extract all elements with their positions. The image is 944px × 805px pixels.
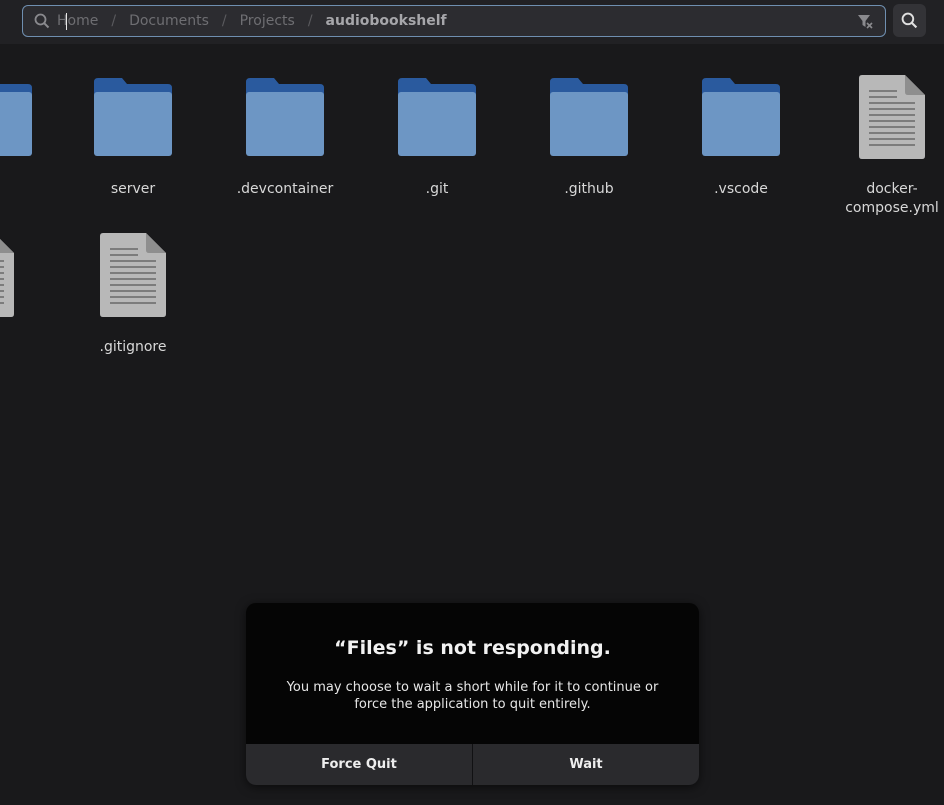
file-name: docker- compose.yml — [845, 181, 939, 216]
breadcrumb-projects[interactable]: Projects — [240, 13, 295, 29]
file-name: s — [0, 180, 63, 199]
dialog-title: “Files” is not responding. — [334, 637, 611, 659]
breadcrumb-documents[interactable]: Documents — [129, 13, 209, 29]
text-cursor — [66, 13, 67, 30]
force-quit-button[interactable]: Force Quit — [246, 744, 472, 785]
folder-icon — [398, 78, 476, 156]
folder-icon — [94, 78, 172, 156]
filter-icon[interactable] — [857, 13, 873, 29]
breadcrumb-separator: / — [307, 13, 313, 29]
text-file-icon — [859, 75, 925, 159]
location-bar[interactable]: Home / Documents / Projects / audiobooks… — [22, 5, 886, 37]
text-file-icon — [100, 233, 166, 317]
file-name: .devcontainer — [236, 181, 334, 197]
folder-icon — [246, 78, 324, 156]
file-name: .gitignore — [99, 339, 167, 355]
folder-icon — [702, 78, 780, 156]
breadcrumb-audiobookshelf[interactable]: audiobookshelf — [326, 13, 447, 29]
folder-icon — [0, 84, 32, 156]
file-name: .git — [425, 181, 449, 197]
search-icon — [901, 12, 918, 29]
header-bar: Home / Documents / Projects / audiobooks… — [0, 0, 944, 44]
file-name: nore — [0, 338, 51, 357]
breadcrumb-separator: / — [221, 13, 227, 29]
file-name: .github — [564, 181, 614, 197]
folder-icon — [550, 78, 628, 156]
file-manager-window: Home / Documents / Projects / audiobooks… — [0, 0, 944, 805]
search-icon — [34, 13, 50, 29]
text-file-icon — [0, 239, 14, 317]
breadcrumb-separator: / — [111, 13, 117, 29]
breadcrumb: Home / Documents / Projects / audiobooks… — [57, 6, 447, 36]
dialog-message: You may choose to wait a short while for… — [286, 680, 659, 712]
breadcrumb-home[interactable]: Home — [57, 13, 98, 29]
dialog-button-row: Force Quit Wait — [246, 744, 699, 785]
not-responding-dialog: “Files” is not responding. You may choos… — [246, 603, 699, 785]
file-name: server — [110, 181, 156, 197]
file-name: .vscode — [714, 181, 768, 197]
search-button[interactable] — [893, 4, 926, 37]
wait-button[interactable]: Wait — [472, 744, 699, 785]
